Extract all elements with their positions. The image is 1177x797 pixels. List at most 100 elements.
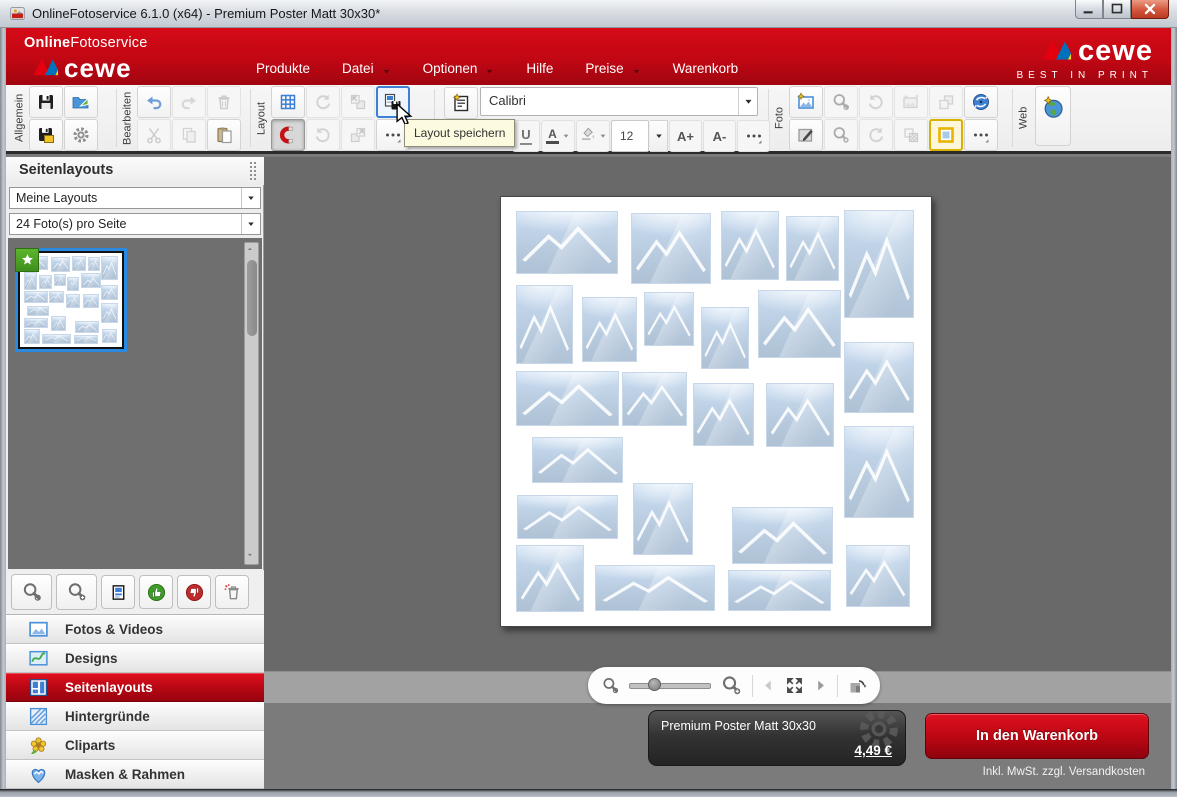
photo-placeholder-1[interactable] <box>516 211 618 274</box>
product-price[interactable]: 4,49 € <box>854 743 892 758</box>
photo-placeholder-15[interactable] <box>844 342 914 413</box>
next-page-button[interactable] <box>813 678 828 693</box>
save-as-button[interactable] <box>29 119 63 151</box>
rotate-page-button[interactable] <box>847 676 867 696</box>
paste-button[interactable] <box>207 119 241 151</box>
magnet-snap-button[interactable] <box>271 119 305 151</box>
panel-drag-handle-icon[interactable] <box>250 162 257 180</box>
fit-to-screen-button[interactable] <box>785 676 804 695</box>
layout-approve-button[interactable] <box>139 575 173 609</box>
minimize-button[interactable] <box>1075 0 1103 19</box>
rotate-left-button <box>306 86 340 118</box>
font-size-dropdown[interactable] <box>650 120 668 152</box>
menu-produkte[interactable]: Produkte <box>256 61 310 76</box>
photo-placeholder-22[interactable] <box>595 565 715 611</box>
divider <box>837 675 838 697</box>
chevron-down-icon[interactable] <box>241 188 260 208</box>
photo-placeholder-3[interactable] <box>721 211 779 280</box>
open-button[interactable] <box>64 86 98 118</box>
sidebar-item-hintergr-nde[interactable]: Hintergründe <box>6 702 264 731</box>
photo-placeholder-19[interactable] <box>633 483 693 555</box>
product-price-panel: Premium Poster Matt 30x30 4,49 € <box>648 710 906 766</box>
previous-page-button[interactable] <box>761 678 776 693</box>
decrease-font-button[interactable]: A- <box>703 120 736 152</box>
photo-placeholder-4[interactable] <box>786 216 839 281</box>
settings-button[interactable] <box>64 119 98 151</box>
grid-button[interactable] <box>271 86 305 118</box>
chevron-down-icon[interactable] <box>241 214 260 234</box>
edit-photo-button[interactable] <box>789 119 823 151</box>
increase-font-button[interactable]: A+ <box>669 120 702 152</box>
photo-placeholder-20[interactable] <box>732 507 833 564</box>
photo-placeholder-7[interactable] <box>582 297 637 362</box>
layout-thumbnail-selected[interactable] <box>15 248 127 352</box>
photo-timer-button[interactable] <box>964 86 998 118</box>
photo-placeholder-6[interactable] <box>516 285 573 364</box>
close-button[interactable] <box>1131 0 1169 19</box>
photo-placeholder-17[interactable] <box>844 426 914 518</box>
menu-warenkorb[interactable]: Warenkorb <box>673 61 739 76</box>
photos-per-page-select[interactable]: 24 Foto(s) pro Seite <box>9 213 261 235</box>
scroll-down-icon[interactable] <box>245 549 258 563</box>
zoom-in-button[interactable] <box>720 674 743 697</box>
layout-category-select[interactable]: Meine Layouts <box>9 187 261 209</box>
add-text-button[interactable] <box>444 87 478 119</box>
photo-placeholder-13[interactable] <box>693 383 754 446</box>
cut-button <box>137 119 171 151</box>
photo-placeholder-5[interactable] <box>844 210 914 318</box>
photo-placeholder-18[interactable] <box>517 495 618 539</box>
poster-page[interactable] <box>500 196 932 627</box>
layout-preview-button[interactable] <box>101 575 135 609</box>
decrease-font-label: A- <box>713 129 727 144</box>
maximize-button[interactable] <box>1103 0 1131 19</box>
layout-delete-button[interactable] <box>215 575 249 609</box>
font-size-value[interactable]: 12 <box>611 120 649 152</box>
layout-zoom-out-button[interactable] <box>11 574 52 610</box>
menu-hilfe[interactable]: Hilfe <box>526 61 553 76</box>
chevron-down-icon[interactable] <box>738 88 757 115</box>
photo-placeholder-23[interactable] <box>728 570 831 611</box>
enhance-photo-button <box>894 86 928 118</box>
photo-placeholder-21[interactable] <box>516 545 584 612</box>
photo-placeholder-8[interactable] <box>644 292 694 346</box>
sidebar-item-label: Cliparts <box>65 738 115 753</box>
navbg-icon <box>28 706 50 727</box>
add-to-cart-button[interactable]: In den Warenkorb <box>925 713 1149 759</box>
layout-zoom-in-button[interactable] <box>56 574 97 610</box>
menu-optionen[interactable]: Optionen <box>423 61 495 76</box>
add-photo-button[interactable] <box>789 86 823 118</box>
sidebar-item-masken-rahmen[interactable]: Masken & Rahmen <box>6 760 264 789</box>
sidebar-item-seitenlayouts[interactable]: Seitenlayouts <box>6 673 264 702</box>
zoom-slider[interactable] <box>629 683 711 689</box>
photo-placeholder-10[interactable] <box>758 290 841 358</box>
menu-preise[interactable]: Preise <box>585 61 640 76</box>
photo-placeholder-24[interactable] <box>846 545 910 607</box>
font-family-select[interactable]: Calibri <box>480 87 758 116</box>
photo-placeholder-11[interactable] <box>516 371 619 426</box>
more-text-button[interactable] <box>737 120 770 152</box>
menu-datei[interactable]: Datei <box>342 61 391 76</box>
undo-button[interactable] <box>137 86 171 118</box>
photo-placeholder-14[interactable] <box>766 383 834 447</box>
sidebar-item-cliparts[interactable]: Cliparts <box>6 731 264 760</box>
more-photo-button[interactable] <box>964 119 998 151</box>
underline-button[interactable]: U <box>512 120 540 152</box>
font-color-button[interactable]: A <box>541 120 575 152</box>
scrollbar-thumb[interactable] <box>247 260 257 336</box>
sidebar-item-fotos-videos[interactable]: Fotos & Videos <box>6 615 264 644</box>
zoom-out-button[interactable] <box>601 676 620 695</box>
fill-color-button[interactable] <box>576 120 610 152</box>
photo-placeholder-12[interactable] <box>622 372 687 426</box>
sidebar-item-designs[interactable]: Designs <box>6 644 264 673</box>
save-button[interactable] <box>29 86 63 118</box>
photo-frame-button[interactable] <box>929 119 963 151</box>
photo-placeholder-9[interactable] <box>701 307 749 369</box>
photo-placeholder-2[interactable] <box>631 213 711 284</box>
scroll-up-icon[interactable] <box>245 244 258 258</box>
layout-scrollbar[interactable] <box>244 242 259 565</box>
web-upload-button[interactable] <box>1035 86 1071 146</box>
layout-reject-button[interactable] <box>177 575 211 609</box>
photo-placeholder-16[interactable] <box>532 437 623 483</box>
zoom-slider-handle[interactable] <box>648 678 661 691</box>
allgemein-group: Allgemein <box>12 86 99 151</box>
